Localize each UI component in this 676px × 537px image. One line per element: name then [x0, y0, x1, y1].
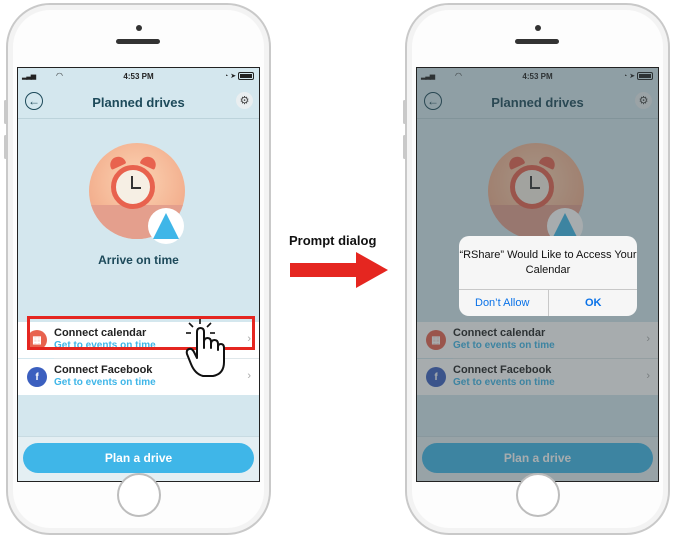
speaker-grille — [515, 39, 559, 44]
settings-button[interactable]: ⚙ — [236, 92, 253, 109]
prompt-dialog-caption: Prompt dialog — [289, 233, 377, 248]
status-bar: ▂▃▅ ◠ 4:53 PM ◔ ➤ — [18, 68, 259, 86]
dialog-buttons: Don’t Allow OK — [459, 289, 637, 316]
permission-dialog: “RShare” Would Like to Access Your Calen… — [459, 236, 637, 316]
volume-button — [4, 135, 7, 159]
volume-button — [403, 135, 406, 159]
page-title: Planned drives — [92, 95, 185, 110]
volume-button — [4, 100, 7, 124]
tap-hand-icon — [185, 319, 225, 377]
dialog-button-divider — [548, 290, 549, 316]
arrive-on-time-label: Arrive on time — [98, 253, 179, 267]
ok-button[interactable]: OK — [585, 297, 602, 309]
dialog-message: “RShare” Would Like to Access Your Calen… — [459, 249, 637, 276]
facebook-icon: f — [27, 367, 47, 387]
clock-hand — [131, 187, 141, 189]
status-time: 4:53 PM — [123, 72, 154, 81]
navigation-arrow-icon — [153, 213, 179, 239]
chevron-right-icon: › — [247, 370, 251, 382]
plan-drive-button[interactable]: Plan a drive — [23, 443, 254, 473]
row-subtitle: Get to events on time — [54, 377, 156, 388]
row-title: Connect Facebook — [54, 364, 153, 376]
home-button[interactable] — [117, 473, 161, 517]
volume-button — [403, 100, 406, 124]
gear-icon: ⚙ — [239, 95, 250, 107]
app-header: ← Planned drives ⚙ — [18, 86, 259, 119]
phone-screen: ▂▃▅ ◠ 4:53 PM ◔ ➤ ← Planned drives ⚙ Arr… — [17, 67, 260, 482]
camera-dot — [535, 25, 541, 31]
left-phone: ▂▃▅ ◠ 4:53 PM ◔ ➤ ← Planned drives ⚙ Arr… — [4, 3, 271, 535]
phone-screen: ▂▃▅ ◠ 4:53 PM ◔ ➤ ← Planned drives ⚙ ▦ C… — [416, 67, 659, 482]
arrow-right-icon — [290, 252, 388, 288]
camera-dot — [136, 25, 142, 31]
dont-allow-button[interactable]: Don’t Allow — [475, 297, 529, 309]
right-phone: ▂▃▅ ◠ 4:53 PM ◔ ➤ ← Planned drives ⚙ ▦ C… — [403, 3, 670, 535]
battery-icon: ◔ ➤ — [224, 72, 254, 81]
speaker-grille — [116, 39, 160, 44]
home-button[interactable] — [516, 473, 560, 517]
